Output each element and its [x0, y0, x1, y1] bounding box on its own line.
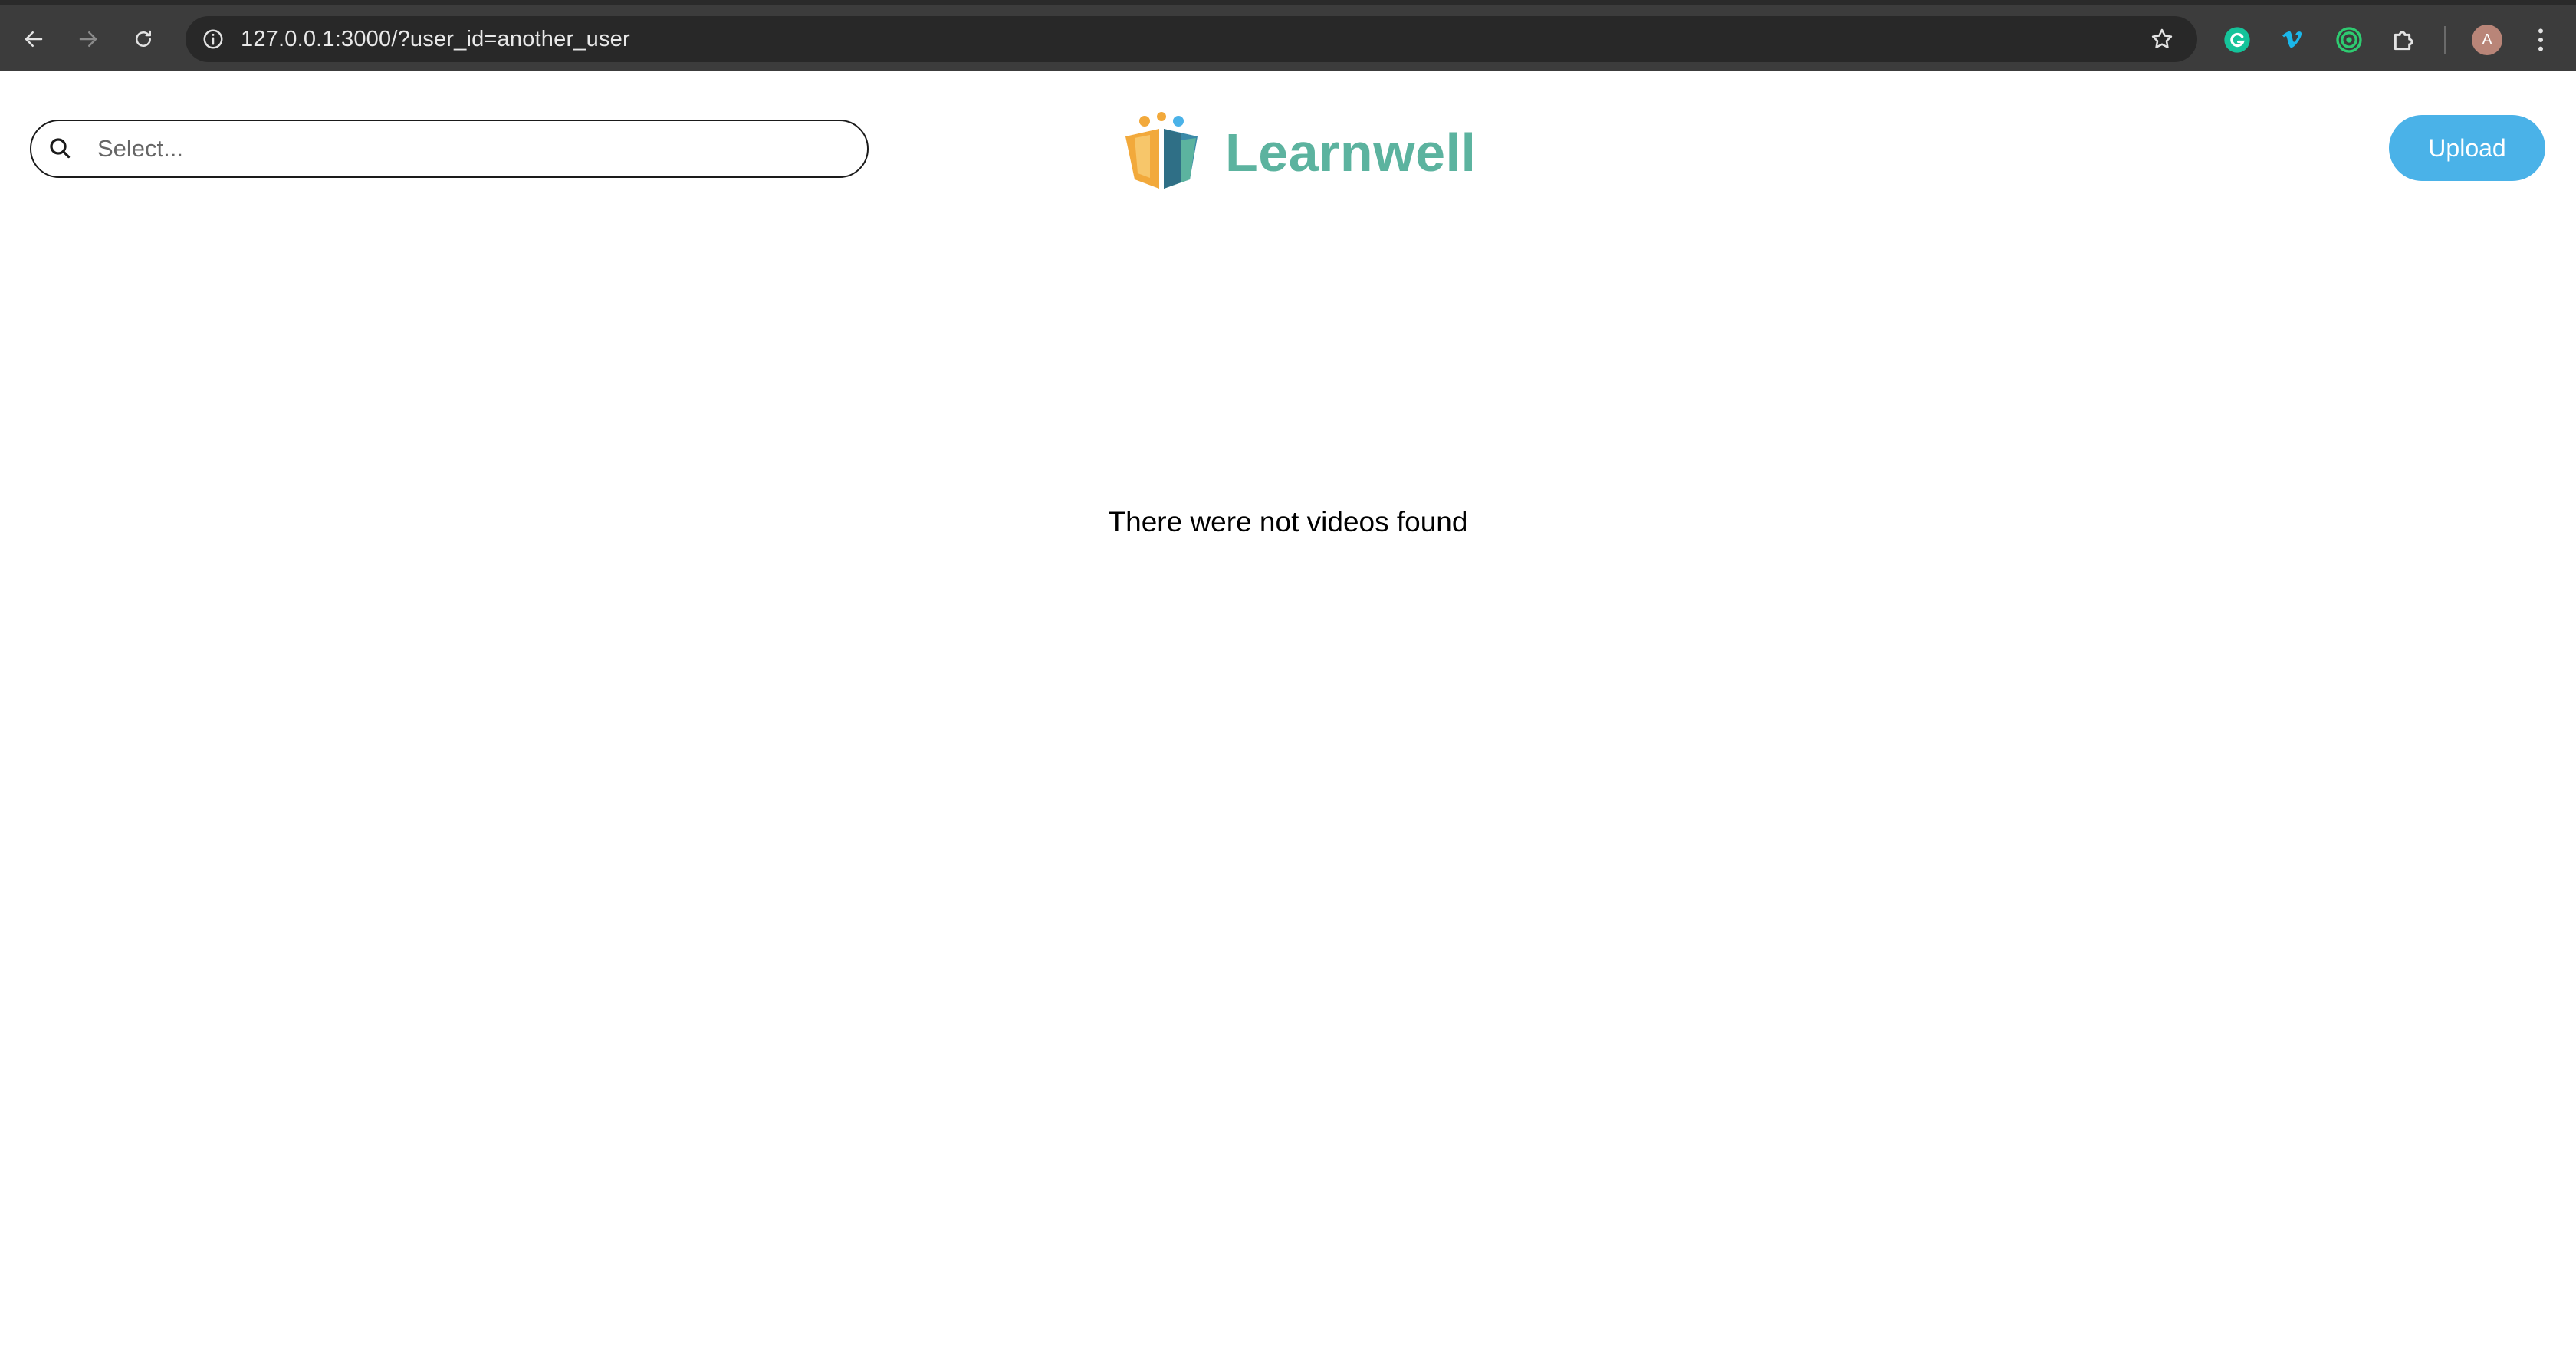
search-icon — [50, 138, 71, 159]
circle-extension[interactable] — [2331, 21, 2367, 58]
browser-menu-button[interactable] — [2522, 21, 2559, 58]
site-info-button[interactable] — [198, 24, 228, 54]
bookmark-button[interactable] — [2147, 24, 2177, 54]
browser-toolbar: 127.0.0.1:3000/?user_id=another_user A — [0, 0, 2576, 71]
circle-extension-icon — [2336, 27, 2362, 53]
kebab-menu-icon — [2538, 28, 2543, 51]
grammarly-icon — [2224, 27, 2250, 53]
reload-icon — [136, 30, 151, 47]
back-arrow-icon — [25, 31, 43, 47]
vimeo-icon — [2282, 31, 2302, 48]
bookmark-star-icon — [2151, 28, 2173, 48]
toolbar-divider — [2444, 26, 2446, 54]
extensions-button[interactable] — [2386, 21, 2423, 58]
url-text[interactable]: 127.0.0.1:3000/?user_id=another_user — [241, 16, 630, 62]
address-bar[interactable]: 127.0.0.1:3000/?user_id=another_user — [186, 16, 2197, 62]
empty-state-message: There were not videos found — [1108, 506, 1468, 537]
vimeo-extension[interactable] — [2275, 21, 2312, 58]
back-button[interactable] — [15, 20, 53, 58]
extensions-puzzle-icon — [2394, 31, 2413, 51]
upload-button[interactable]: Upload — [2389, 115, 2545, 181]
brand: Learnwell — [1119, 112, 1476, 193]
grammarly-extension[interactable] — [2219, 21, 2256, 58]
brand-name: Learnwell — [1225, 123, 1477, 182]
reload-button[interactable] — [124, 20, 163, 58]
forward-button[interactable] — [69, 20, 107, 58]
learnwell-logo-icon — [1125, 112, 1198, 189]
forward-arrow-icon — [79, 31, 97, 47]
profile-avatar[interactable]: A — [2472, 25, 2502, 55]
search-select[interactable] — [30, 120, 869, 178]
search-input[interactable] — [96, 126, 847, 172]
site-info-icon — [203, 29, 223, 49]
